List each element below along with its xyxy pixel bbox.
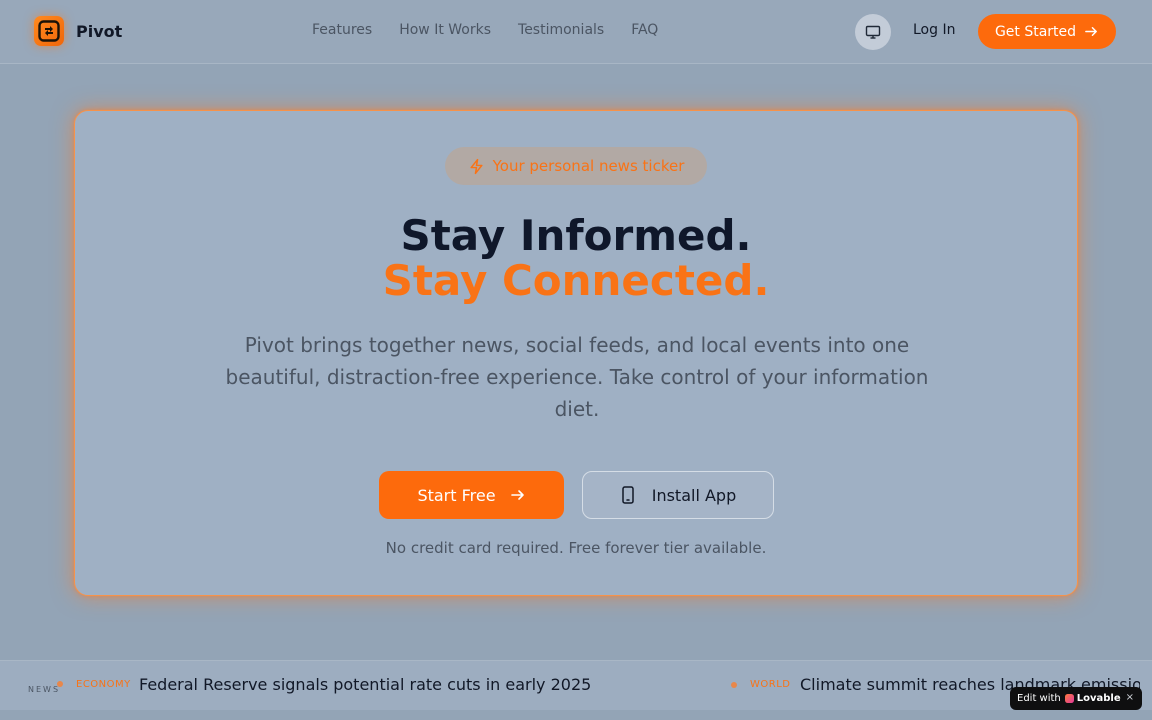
login-link[interactable]: Log In: [913, 22, 955, 38]
install-app-label: Install App: [651, 485, 737, 505]
ticker-dot-icon: [731, 682, 737, 688]
ticker-category: WORLD: [750, 679, 791, 690]
get-started-label: Get Started: [994, 23, 1077, 40]
badge-prefix: Edit with: [1017, 693, 1061, 704]
start-free-button[interactable]: Start Free: [379, 471, 564, 519]
lovable-heart-icon: [1064, 694, 1074, 703]
news-ticker: NEWS ECONOMY Federal Reserve signals pot…: [0, 660, 1152, 710]
site-header: Pivot Features How It Works Testimonials…: [0, 0, 1152, 64]
arrow-right-icon: [1085, 27, 1097, 36]
ticker-dot-icon: [57, 681, 63, 687]
hero-note: No credit card required. Free forever ti…: [385, 539, 767, 557]
ticker-headline[interactable]: Federal Reserve signals potential rate c…: [139, 675, 591, 694]
nav-link-features[interactable]: Features: [312, 22, 372, 38]
pivot-logo-icon: [34, 16, 64, 46]
arrow-right-icon: [510, 490, 524, 500]
nav-link-testimonials[interactable]: Testimonials: [518, 22, 604, 38]
theme-toggle-button[interactable]: [855, 14, 891, 50]
hero-badge: Your personal news ticker: [445, 147, 707, 185]
ticker-title: NEWS: [28, 685, 61, 694]
hero-card: Your personal news ticker Stay Informed.…: [74, 110, 1078, 596]
install-app-button[interactable]: Install App: [582, 471, 774, 519]
main-nav: Features How It Works Testimonials FAQ: [312, 22, 658, 38]
nav-link-how-it-works[interactable]: How It Works: [399, 22, 491, 38]
nav-link-faq[interactable]: FAQ: [631, 22, 658, 38]
lovable-brand-label: Lovable: [1076, 693, 1121, 704]
ticker-category: ECONOMY: [76, 679, 131, 690]
edit-with-lovable-badge[interactable]: Edit with Lovable ×: [1010, 687, 1142, 710]
brand-name: Pivot: [76, 21, 123, 41]
start-free-label: Start Free: [417, 485, 496, 505]
lightning-icon: [470, 158, 483, 174]
ticker-track: NEWS ECONOMY Federal Reserve signals pot…: [0, 661, 1140, 711]
close-icon[interactable]: ×: [1126, 692, 1134, 703]
hero-badge-label: Your personal news ticker: [492, 157, 685, 175]
monitor-icon: [865, 25, 881, 39]
logo-link[interactable]: Pivot: [34, 16, 122, 46]
hero-title-line1: Stay Informed.: [400, 211, 752, 260]
lovable-brand: Lovable: [1064, 693, 1121, 704]
hero-title-line2: Stay Connected.: [382, 256, 770, 305]
smartphone-icon: [621, 486, 634, 504]
hero-description: Pivot brings together news, social feeds…: [225, 333, 929, 421]
get-started-button[interactable]: Get Started: [978, 14, 1116, 49]
